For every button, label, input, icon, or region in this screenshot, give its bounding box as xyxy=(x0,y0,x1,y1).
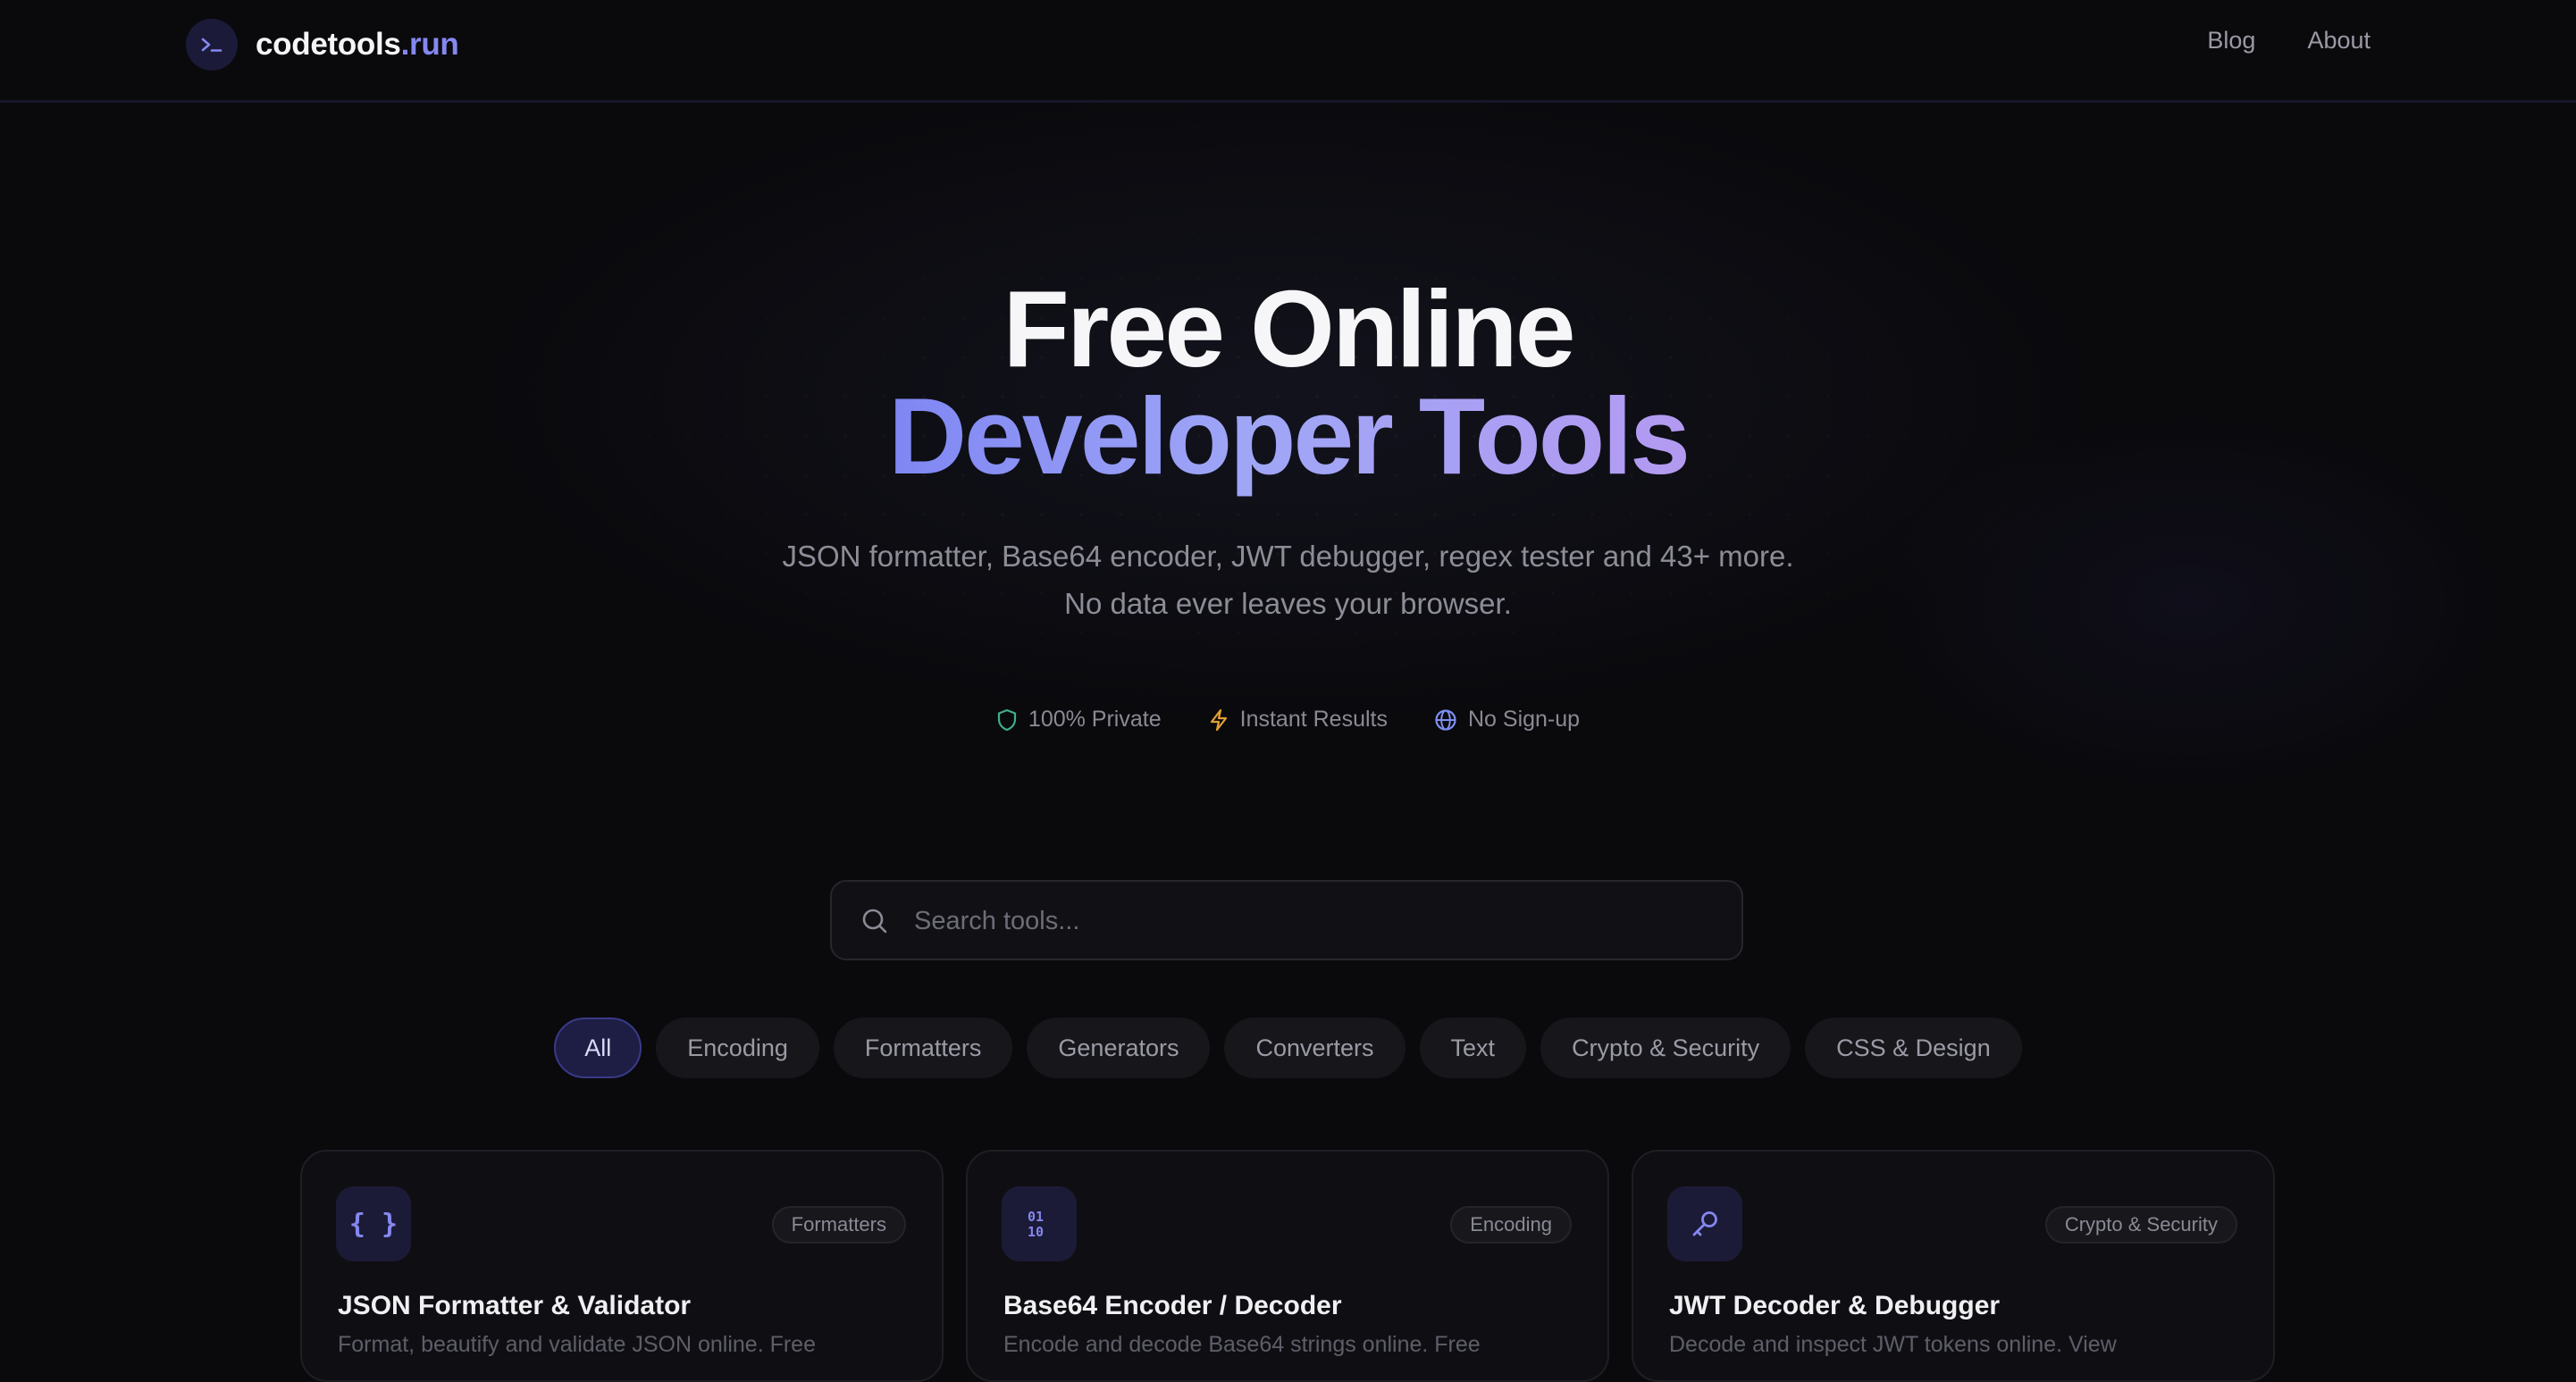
logo-accent: .run xyxy=(400,27,459,62)
category-pill-text[interactable]: Text xyxy=(1419,1018,1527,1078)
card-title: Base64 Encoder / Decoder xyxy=(1003,1291,1342,1320)
nav-about-link[interactable]: About xyxy=(2307,27,2370,54)
card-title: JSON Formatter & Validator xyxy=(338,1291,692,1320)
tool-card-json-formatter[interactable]: { } Formatters JSON Formatter & Validato… xyxy=(300,1150,944,1382)
category-pill-generators[interactable]: Generators xyxy=(1027,1018,1211,1078)
category-pill-css-design[interactable]: CSS & Design xyxy=(1805,1018,2022,1078)
card-description: Decode and inspect JWT tokens online. Vi… xyxy=(1669,1332,2117,1357)
hero-title-line-1: Free Online xyxy=(1003,268,1575,389)
feature-label: 100% Private xyxy=(1028,707,1162,732)
card-description: Format, beautify and validate JSON onlin… xyxy=(338,1332,816,1357)
feature-no-signup: No Sign-up xyxy=(1434,707,1580,733)
nav-blog-link[interactable]: Blog xyxy=(2207,27,2255,54)
feature-private: 100% Private xyxy=(996,707,1162,733)
feature-label: No Sign-up xyxy=(1467,707,1581,732)
search-icon xyxy=(862,909,887,934)
feature-instant: Instant Results xyxy=(1208,707,1388,733)
hero-title-gradient-text: Developer Tools xyxy=(887,375,1691,497)
main-nav: Blog About xyxy=(2207,27,2370,54)
hero-title-line-2: Developer Tools xyxy=(0,373,2576,498)
hero-subtitle-line-2: No data ever leaves your browser. xyxy=(1064,587,1512,620)
tool-card-base64[interactable]: 01 10 Encoding Base64 Encoder / Decoder … xyxy=(966,1150,1609,1382)
card-description: Encode and decode Base64 strings online.… xyxy=(1003,1332,1481,1357)
feature-list: 100% Private Instant Results No Sign-up xyxy=(0,707,2576,733)
logo-wordmark: codetools.run xyxy=(256,27,459,63)
card-category-badge: Formatters xyxy=(771,1206,906,1244)
card-title: JWT Decoder & Debugger xyxy=(1669,1291,2001,1320)
hero-subtitle: JSON formatter, Base64 encoder, JWT debu… xyxy=(0,532,2576,627)
globe-icon xyxy=(1435,708,1456,731)
card-icon-glyph: { } xyxy=(348,1208,399,1240)
site-logo[interactable]: codetools.run xyxy=(186,19,459,71)
search-box xyxy=(830,880,1743,960)
terminal-icon xyxy=(186,19,238,71)
feature-label: Instant Results xyxy=(1239,707,1388,732)
binary-glyph: 01 10 xyxy=(1028,1209,1044,1239)
svg-text:01: 01 xyxy=(1028,1209,1044,1225)
search-input[interactable] xyxy=(912,882,1720,960)
binary-icon: 01 10 xyxy=(1002,1186,1077,1261)
category-pill-encoding[interactable]: Encoding xyxy=(656,1018,819,1078)
key-icon xyxy=(1667,1186,1742,1261)
lightning-icon xyxy=(1210,708,1227,731)
category-pill-crypto-security[interactable]: Crypto & Security xyxy=(1540,1018,1791,1078)
card-category-badge: Crypto & Security xyxy=(2044,1206,2237,1244)
shield-icon xyxy=(997,708,1017,731)
tool-card-jwt-decoder[interactable]: Crypto & Security JWT Decoder & Debugger… xyxy=(1632,1150,2275,1382)
svg-text:10: 10 xyxy=(1028,1224,1044,1239)
site-header: codetools.run Blog About xyxy=(0,0,2576,103)
card-category-badge: Encoding xyxy=(1450,1206,1572,1244)
category-filter: All Encoding Formatters Generators Conve… xyxy=(0,1018,2576,1078)
logo-text: codetools xyxy=(256,27,401,62)
category-pill-formatters[interactable]: Formatters xyxy=(833,1018,1013,1078)
category-pill-converters[interactable]: Converters xyxy=(1224,1018,1405,1078)
braces-icon: { } xyxy=(336,1186,411,1261)
category-pill-all[interactable]: All xyxy=(554,1018,642,1078)
hero-subtitle-line-1: JSON formatter, Base64 encoder, JWT debu… xyxy=(782,540,1794,573)
